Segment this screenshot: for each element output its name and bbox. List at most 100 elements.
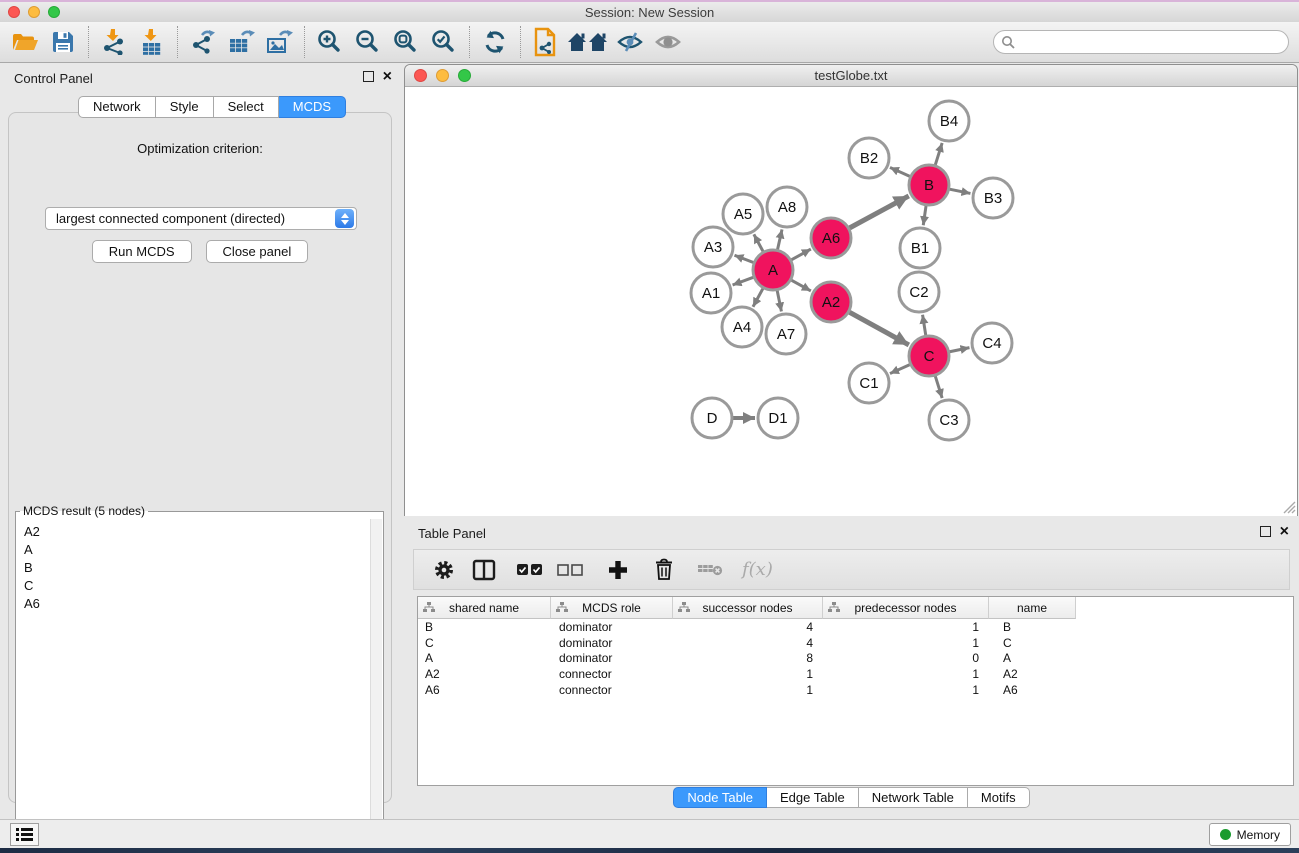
- result-item[interactable]: C: [17, 576, 370, 594]
- function-builder-button[interactable]: f(x): [742, 559, 773, 580]
- network-file-button[interactable]: [527, 25, 565, 59]
- column-header-mcds-role[interactable]: MCDS role: [551, 597, 673, 619]
- tab-style[interactable]: Style: [156, 96, 214, 118]
- graph-edge-a-a3[interactable]: [734, 255, 753, 262]
- result-item[interactable]: A6: [17, 594, 370, 612]
- zoom-in-button[interactable]: [311, 25, 349, 59]
- table-close-panel-icon[interactable]: ×: [1280, 526, 1289, 537]
- graph-edge-b-b3[interactable]: [950, 189, 971, 193]
- graph-node-c4[interactable]: C4: [972, 323, 1012, 363]
- select-all-button[interactable]: [512, 554, 548, 586]
- graph-edge-b-b2[interactable]: [890, 167, 910, 176]
- result-item[interactable]: A: [17, 540, 370, 558]
- graph-node-c3[interactable]: C3: [929, 400, 969, 440]
- close-panel-icon[interactable]: ×: [383, 71, 392, 82]
- result-item[interactable]: A2: [17, 522, 370, 540]
- graph-node-d1[interactable]: D1: [758, 398, 798, 438]
- graph-node-a4[interactable]: A4: [722, 307, 762, 347]
- table-row[interactable]: Bdominator41B: [418, 619, 1293, 635]
- graph-edge-a-a5[interactable]: [754, 234, 763, 251]
- graph-edge-c-c4[interactable]: [950, 348, 970, 352]
- float-panel-icon[interactable]: [363, 71, 374, 82]
- import-table-button[interactable]: [133, 25, 171, 59]
- home-button[interactable]: [565, 25, 611, 59]
- result-item[interactable]: B: [17, 558, 370, 576]
- birdseye-view-button[interactable]: [649, 25, 687, 59]
- graph-node-a[interactable]: A: [753, 250, 793, 290]
- search-input[interactable]: [1015, 32, 1288, 52]
- graph-edge-c-c3[interactable]: [935, 376, 942, 398]
- column-header-predecessor-nodes[interactable]: predecessor nodes: [823, 597, 989, 619]
- graph-node-a3[interactable]: A3: [693, 227, 733, 267]
- graph-edge-b-b4[interactable]: [935, 143, 942, 165]
- tab-network[interactable]: Network: [78, 96, 156, 118]
- table-row[interactable]: Adominator80A: [418, 651, 1293, 667]
- table-row[interactable]: A2connector11A2: [418, 666, 1293, 682]
- graph-edge-a2-c[interactable]: [849, 312, 908, 345]
- graph-node-b3[interactable]: B3: [973, 178, 1013, 218]
- graph-node-a8[interactable]: A8: [767, 187, 807, 227]
- resize-grip-icon[interactable]: [1283, 501, 1296, 514]
- column-header-name[interactable]: name: [989, 597, 1076, 619]
- graph-edge-a-a6[interactable]: [791, 249, 810, 260]
- save-session-button[interactable]: [44, 25, 82, 59]
- graph-node-a2[interactable]: A2: [811, 282, 851, 322]
- table-settings-button[interactable]: [426, 554, 462, 586]
- import-network-button[interactable]: [95, 25, 133, 59]
- graph-node-a5[interactable]: A5: [723, 194, 763, 234]
- table-row[interactable]: A6connector11A6: [418, 682, 1293, 698]
- export-table-button[interactable]: [222, 25, 260, 59]
- graph-edge-c-c1[interactable]: [890, 365, 910, 374]
- table-row[interactable]: Cdominator41C: [418, 635, 1293, 651]
- table-float-panel-icon[interactable]: [1260, 526, 1271, 537]
- graph-node-d[interactable]: D: [692, 398, 732, 438]
- graph-node-b1[interactable]: B1: [900, 228, 940, 268]
- run-mcds-button[interactable]: Run MCDS: [92, 240, 192, 263]
- tab-motifs[interactable]: Motifs: [968, 787, 1030, 808]
- create-column-button[interactable]: [600, 554, 636, 586]
- delete-table-button[interactable]: [692, 554, 728, 586]
- network-canvas[interactable]: B4 B2 B B3 A8A5 A6 A3 B1 A C2 A1 A2 A4A7 C4 C C1 C3 D D1: [405, 87, 1297, 516]
- graph-edge-b-b1[interactable]: [923, 206, 926, 225]
- delete-column-button[interactable]: [646, 554, 682, 586]
- tab-edge-table[interactable]: Edge Table: [767, 787, 859, 808]
- zoom-fit-button[interactable]: [387, 25, 425, 59]
- tab-node-table[interactable]: Node Table: [673, 787, 767, 808]
- graph-edge-a6-b[interactable]: [849, 196, 908, 228]
- apply-layout-button[interactable]: [476, 25, 514, 59]
- deselect-all-button[interactable]: [552, 554, 588, 586]
- graph-edge-c-c2[interactable]: [923, 315, 926, 336]
- graph-edge-a-a4[interactable]: [753, 288, 763, 306]
- show-columns-button[interactable]: [466, 554, 502, 586]
- graph-node-b[interactable]: B: [909, 165, 949, 205]
- zoom-selected-button[interactable]: [425, 25, 463, 59]
- result-scrollbar[interactable]: [370, 519, 382, 841]
- open-session-button[interactable]: [6, 25, 44, 59]
- task-history-button[interactable]: [10, 823, 39, 846]
- graph-node-c[interactable]: C: [909, 336, 949, 376]
- memory-button[interactable]: Memory: [1209, 823, 1291, 846]
- graph-node-c2[interactable]: C2: [899, 272, 939, 312]
- graph-node-c1[interactable]: C1: [849, 363, 889, 403]
- tab-select[interactable]: Select: [214, 96, 279, 118]
- column-header-successor-nodes[interactable]: successor nodes: [673, 597, 823, 619]
- graph-edge-a-a1[interactable]: [733, 277, 754, 285]
- graph-edge-a-a2[interactable]: [791, 280, 810, 291]
- graph-node-a7[interactable]: A7: [766, 314, 806, 354]
- export-network-button[interactable]: [184, 25, 222, 59]
- tab-mcds[interactable]: MCDS: [279, 96, 346, 118]
- column-header-shared-name[interactable]: shared name: [418, 597, 551, 619]
- graph-node-a1[interactable]: A1: [691, 273, 731, 313]
- graph-edge-a-a7[interactable]: [777, 291, 781, 312]
- graph-node-b2[interactable]: B2: [849, 138, 889, 178]
- tab-network-table[interactable]: Network Table: [859, 787, 968, 808]
- toggle-graphics-details-button[interactable]: [611, 25, 649, 59]
- close-panel-button[interactable]: Close panel: [206, 240, 309, 263]
- export-image-button[interactable]: [260, 25, 298, 59]
- graph-node-a6[interactable]: A6: [811, 218, 851, 258]
- search-field[interactable]: [993, 30, 1289, 54]
- criterion-select[interactable]: largest connected component (directed): [45, 207, 357, 230]
- zoom-out-button[interactable]: [349, 25, 387, 59]
- graph-edge-a-a8[interactable]: [778, 229, 782, 249]
- graph-node-b4[interactable]: B4: [929, 101, 969, 141]
